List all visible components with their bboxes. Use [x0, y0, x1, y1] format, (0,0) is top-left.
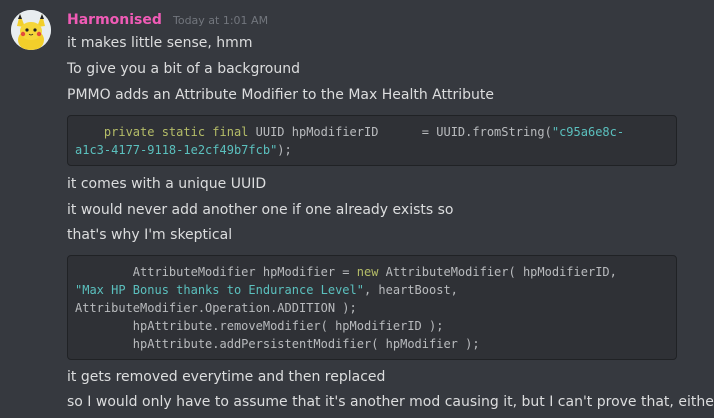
- message-line: it comes with a unique UUID: [67, 176, 267, 192]
- code-block: private static final UUID hpModifierID =…: [67, 115, 677, 166]
- code-block: AttributeModifier hpModifier = new Attri…: [67, 255, 677, 360]
- message-line: that's why I'm skeptical: [67, 227, 233, 243]
- code-keyword: new: [356, 265, 379, 279]
- code-string: "c95a6e8c-: [551, 125, 625, 139]
- message-line: PMMO adds an Attribute Modifier to the M…: [67, 87, 494, 103]
- message-header: Harmonised Today at 1:01 AM: [67, 9, 268, 29]
- code-string: a1c3-4177-9118-1e2cf49b7fcb": [75, 143, 278, 157]
- pikachu-avatar-icon: [11, 10, 51, 50]
- code-string: "Max HP Bonus thanks to Endurance Level": [75, 283, 364, 297]
- avatar[interactable]: [11, 10, 51, 50]
- timestamp[interactable]: Today at 1:01 AM: [173, 14, 268, 27]
- message-line: so I would only have to assume that it's…: [67, 394, 714, 410]
- username[interactable]: Harmonised: [67, 12, 162, 28]
- message-line: To give you a bit of a background: [67, 61, 301, 77]
- code-keyword: private static final: [103, 125, 249, 139]
- message-line: it would never add another one if one al…: [67, 202, 454, 218]
- message-line: it makes little sense, hmm: [67, 35, 253, 51]
- message-line: it gets removed everytime and then repla…: [67, 369, 386, 385]
